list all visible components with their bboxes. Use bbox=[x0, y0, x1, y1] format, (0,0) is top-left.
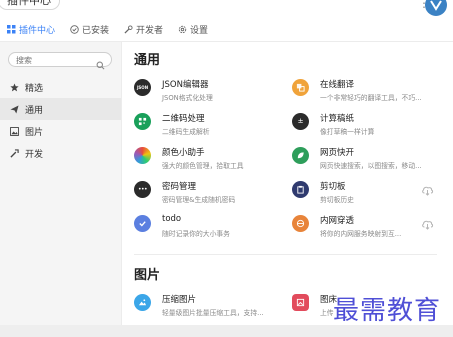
check-circle-icon bbox=[69, 24, 79, 34]
sidebar-item-label: 图片 bbox=[25, 127, 44, 138]
plugin-name: 网页快开 bbox=[320, 148, 355, 158]
plugin-card-todo[interactable]: todo 随时记录你的大小事务 bbox=[134, 214, 284, 244]
avatar-logo-icon bbox=[430, 0, 442, 11]
gear-icon bbox=[177, 24, 187, 34]
plugin-desc: JSON格式化处理 bbox=[162, 94, 213, 102]
color-wheel-icon bbox=[134, 147, 151, 164]
cloud-download-icon[interactable] bbox=[421, 215, 434, 234]
sidebar-item-images[interactable]: 图片 bbox=[0, 120, 121, 142]
plugin-desc: 将你的内网服务映射到互... bbox=[320, 230, 402, 238]
plugin-name: todo bbox=[162, 214, 182, 224]
plugin-desc: 强大的颜色管理，拾取工具 bbox=[162, 162, 244, 170]
plugin-desc: 网页快速搜索，以图搜索，移动... bbox=[320, 162, 422, 170]
plugin-name: 剪切板 bbox=[320, 182, 346, 192]
plugin-card-translate[interactable]: 在线翻译 一个非常轻巧的翻译工具，不巧... bbox=[292, 78, 432, 108]
plugin-card-password-manager[interactable]: ••• 密码管理 密码管理&生成随机密码 bbox=[134, 180, 284, 210]
plugin-desc: 剪切板历史 bbox=[320, 196, 354, 204]
plugin-name: 压缩图片 bbox=[162, 295, 197, 305]
wrench-icon bbox=[123, 24, 133, 34]
tab-label: 设置 bbox=[190, 25, 209, 36]
plugin-name: 内网穿透 bbox=[320, 216, 355, 226]
compress-image-icon bbox=[134, 294, 151, 311]
sidebar-item-label: 精选 bbox=[25, 83, 44, 94]
watermark-text: 最需教育 bbox=[321, 286, 453, 327]
plugin-card-compress-image[interactable]: 压缩图片 轻量级图片批量压缩工具，支持... bbox=[134, 293, 284, 323]
plugin-name: 在线翻译 bbox=[320, 80, 355, 90]
qrcode-icon bbox=[134, 113, 151, 130]
plugin-name: JSON编辑器 bbox=[162, 80, 209, 90]
plugin-card-web-quick-open[interactable]: 网页快开 网页快速搜索，以图搜索，移动... bbox=[292, 146, 432, 176]
plugin-name: 颜色小助手 bbox=[162, 148, 205, 158]
leaf-icon bbox=[292, 147, 309, 164]
sidebar-item-label: 通用 bbox=[25, 105, 44, 116]
plugin-card-intranet-tunnel[interactable]: 内网穿透 将你的内网服务映射到互... bbox=[292, 214, 432, 244]
plugin-desc: 一个非常轻巧的翻译工具，不巧... bbox=[320, 94, 422, 102]
calculator-icon: ± bbox=[292, 113, 309, 130]
sidebar-item-featured[interactable]: 精选 bbox=[0, 76, 121, 98]
avatar[interactable] bbox=[425, 0, 447, 16]
grid-icon bbox=[6, 24, 16, 34]
plugin-desc: 二维码生成解析 bbox=[162, 128, 210, 136]
tunnel-icon bbox=[292, 215, 309, 232]
tab-label: 插件中心 bbox=[19, 25, 56, 36]
sidebar-item-develop[interactable]: 开发 bbox=[0, 142, 121, 164]
sidebar: 精选 通用 图片 开发 bbox=[0, 42, 122, 325]
tab-bar: 插件中心 已安装 开发者 设置 bbox=[0, 18, 222, 40]
send-icon bbox=[9, 104, 19, 114]
tab-settings[interactable]: 设置 bbox=[177, 18, 208, 40]
search-box[interactable] bbox=[8, 52, 112, 70]
plugin-desc: 像打草稿一样计算 bbox=[320, 128, 375, 136]
plugin-desc: 密码管理&生成随机密码 bbox=[162, 196, 236, 204]
plugin-name: 密码管理 bbox=[162, 182, 197, 192]
image-icon bbox=[9, 126, 19, 136]
app-title: 插件中心 bbox=[0, 0, 60, 10]
plugin-desc: 随时记录你的大小事务 bbox=[162, 230, 230, 238]
plugin-name: 计算稿纸 bbox=[320, 114, 355, 124]
sidebar-item-general[interactable]: 通用 bbox=[0, 98, 121, 120]
plugin-card-json-editor[interactable]: JSON JSON编辑器 JSON格式化处理 bbox=[134, 78, 284, 108]
translate-icon bbox=[292, 79, 309, 96]
todo-check-icon bbox=[134, 215, 151, 232]
plugin-desc: 上传 bbox=[320, 309, 334, 317]
tab-label: 开发者 bbox=[136, 25, 164, 36]
image-host-icon bbox=[292, 294, 309, 311]
tab-developer[interactable]: 开发者 bbox=[123, 18, 163, 40]
tab-installed[interactable]: 已安装 bbox=[69, 18, 109, 40]
section-divider bbox=[134, 254, 437, 255]
password-icon: ••• bbox=[134, 181, 151, 198]
section-title-images: 图片 bbox=[134, 268, 161, 283]
section-title-general: 通用 bbox=[134, 53, 161, 68]
sidebar-item-label: 开发 bbox=[25, 149, 44, 160]
cloud-download-icon[interactable] bbox=[421, 181, 434, 200]
tool-icon bbox=[9, 148, 19, 158]
json-icon: JSON bbox=[134, 79, 151, 96]
plugin-desc: 轻量级图片批量压缩工具，支持... bbox=[162, 309, 264, 317]
search-input[interactable] bbox=[16, 54, 96, 66]
clipboard-icon bbox=[292, 181, 309, 198]
watermark-label: 最需教育 bbox=[333, 296, 442, 326]
plugin-name: 二维码处理 bbox=[162, 114, 205, 124]
plugin-card-calculator[interactable]: ± 计算稿纸 像打草稿一样计算 bbox=[292, 112, 432, 142]
plugin-card-qrcode[interactable]: 二维码处理 二维码生成解析 bbox=[134, 112, 284, 142]
plugin-card-color-helper[interactable]: 颜色小助手 强大的颜色管理，拾取工具 bbox=[134, 146, 284, 176]
top-bar: 插件中心 ⋮ 插件中心 已安装 开发者 设置 bbox=[0, 0, 453, 44]
star-icon bbox=[9, 82, 19, 92]
tab-plugin-center[interactable]: 插件中心 bbox=[6, 18, 55, 40]
plugin-card-clipboard[interactable]: 剪切板 剪切板历史 bbox=[292, 180, 432, 210]
tab-label: 已安装 bbox=[82, 25, 110, 36]
search-icon[interactable] bbox=[96, 55, 105, 74]
